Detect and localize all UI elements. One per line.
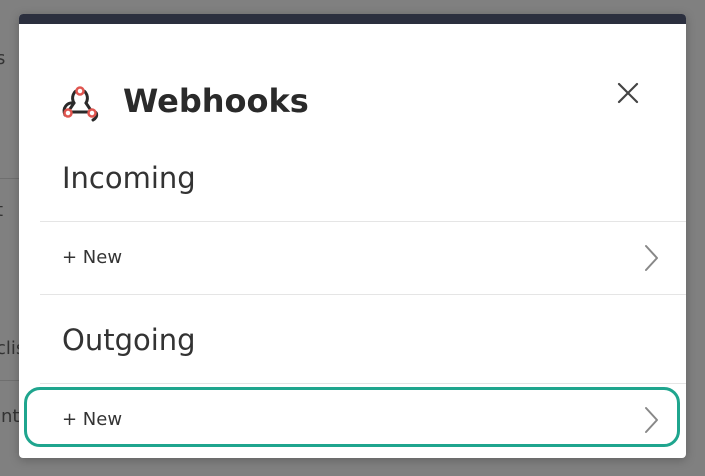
webhook-icon	[62, 86, 99, 122]
outgoing-new-label: + New	[62, 409, 123, 430]
section-heading-outgoing: Outgoing	[62, 323, 196, 357]
background-text-fragment: int	[0, 406, 20, 427]
modal-header: Webhooks	[19, 24, 686, 134]
chevron-right-icon	[645, 245, 658, 271]
modal-top-bar	[19, 14, 686, 24]
chevron-right-icon	[645, 407, 658, 433]
divider	[40, 294, 686, 295]
background-divider	[0, 178, 20, 179]
background-divider	[0, 380, 20, 381]
section-heading-incoming: Incoming	[62, 161, 196, 195]
incoming-new-label: + New	[62, 247, 123, 268]
incoming-new-row[interactable]: + New	[40, 222, 686, 294]
modal-title: Webhooks	[123, 82, 309, 120]
background-text-fragment: s	[0, 48, 6, 69]
webhooks-modal: Webhooks Incoming + New Outgoing + New	[19, 14, 686, 458]
background-text-fragment: t	[0, 200, 3, 221]
outgoing-new-row[interactable]: + New	[40, 384, 686, 456]
close-icon[interactable]	[613, 78, 643, 108]
